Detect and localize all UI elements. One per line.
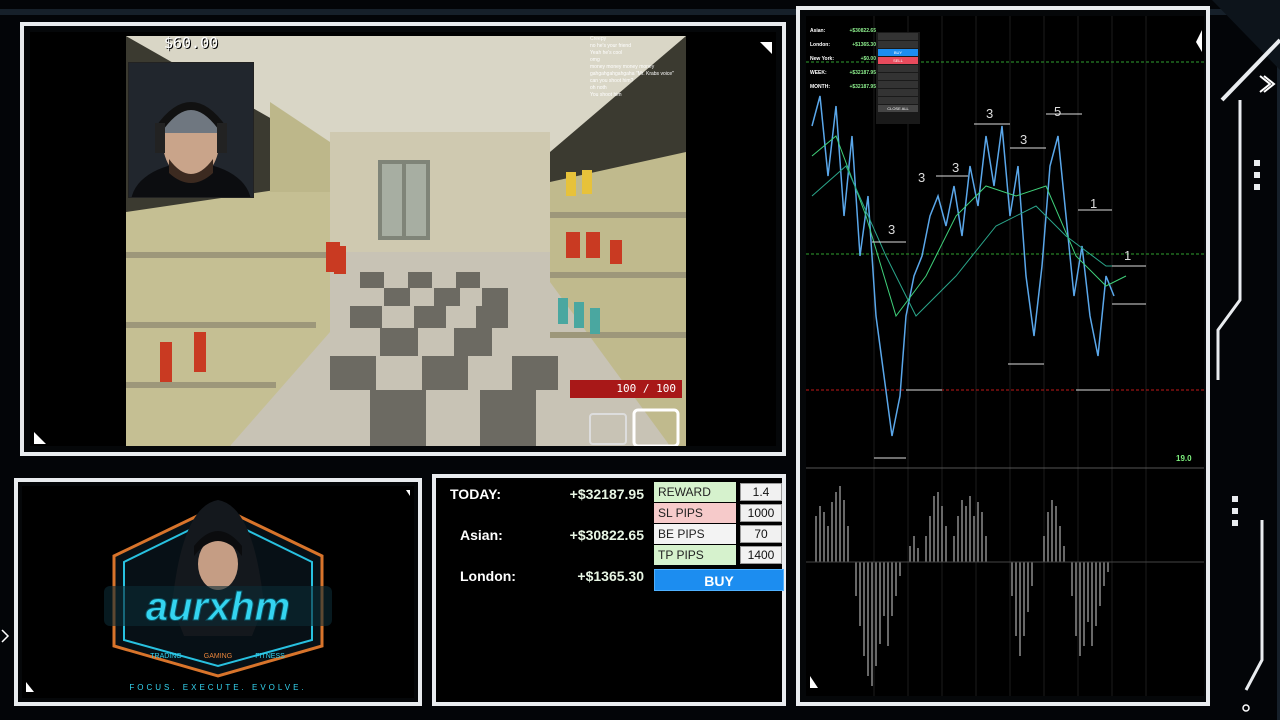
wave-label: 5 (1054, 104, 1061, 119)
brand-tagline: FOCUS. EXECUTE. EVOLVE. (129, 683, 306, 692)
sl-pips-label: SL PIPS (654, 503, 736, 523)
stat-asian-label: Asian: (460, 527, 503, 543)
health-bar: 100 / 100 (570, 380, 682, 398)
stat-asian: Asian: +$30822.65 (444, 519, 648, 549)
streamer-avatar (129, 63, 253, 197)
money-counter: $60.00 (164, 34, 219, 52)
price-chart[interactable]: Asian: +$30822.65 London: +$1365.30 New Yo… (806, 16, 1204, 696)
chat-message: no he's your friend (590, 43, 631, 49)
chat-message: money money money money (590, 64, 655, 70)
trading-chart-panel: Asian: +$30822.65 London: +$1365.30 New Yo… (796, 6, 1210, 706)
be-pips-row: BE PIPS 70 (654, 524, 784, 544)
stream-chat: Creepy no he's your friend Yeah he's coo… (590, 36, 710, 99)
tp-pips-row: TP PIPS 1400 (654, 545, 784, 565)
chat-message: can you shoot him? (590, 78, 634, 84)
tp-pips-label: TP PIPS (654, 545, 736, 565)
game-view[interactable]: $60.00 Creepy no he's your friend Yeah h… (30, 32, 776, 446)
brand-name: aurxhm (146, 585, 291, 629)
tp-pips-input[interactable]: 1400 (740, 546, 782, 564)
wave-label: 3 (986, 106, 993, 121)
stat-today: TODAY: +$32187.95 (444, 478, 648, 508)
logo-text-layer: aurxhm TRADING GAMING FITNESS FOCUS. EXE… (26, 490, 410, 692)
price-tag: 19.0 (1176, 454, 1192, 463)
sl-pips-row: SL PIPS 1000 (654, 503, 784, 523)
chat-message: gahgahgahgahgaha "Mr. Krabs voice" (590, 71, 674, 77)
wave-label: 3 (1020, 132, 1027, 147)
sl-pips-input[interactable]: 1000 (740, 504, 782, 522)
stat-london: London: +$1365.30 (444, 560, 648, 590)
reward-label: REWARD (654, 482, 736, 502)
chat-message: Yeah he's cool (590, 50, 623, 56)
stat-today-label: TODAY: (450, 486, 502, 502)
reward-row: REWARD 1.4 (654, 482, 784, 502)
buy-button[interactable]: BUY (654, 569, 784, 591)
be-pips-input[interactable]: 70 (740, 525, 782, 543)
webcam-overlay (128, 62, 254, 198)
trading-stats-panel: TODAY: +$32187.95 Asian: +$30822.65 Lond… (432, 474, 786, 706)
wave-label: 3 (888, 222, 895, 237)
wave-label: 1 (1124, 248, 1131, 263)
chat-message: omg (590, 57, 600, 63)
stat-london-label: London: (460, 568, 516, 584)
reward-input[interactable]: 1.4 (740, 483, 782, 501)
stat-london-value: +$1365.30 (577, 568, 644, 584)
brand-logo-panel: aurxhm TRADING GAMING FITNESS FOCUS. EXE… (14, 478, 422, 706)
pillar-trading: TRADING (150, 653, 182, 660)
chat-message: You shoot him (590, 92, 622, 98)
pillar-gaming: GAMING (204, 653, 232, 660)
wave-labels: 3 3 3 3 3 5 1 1 (888, 104, 1131, 263)
stat-today-value: +$32187.95 (569, 486, 644, 502)
game-stream-panel: $60.00 Creepy no he's your friend Yeah h… (20, 22, 786, 456)
be-pips-label: BE PIPS (654, 524, 736, 544)
chat-message: Creepy (590, 36, 607, 42)
stat-asian-value: +$30822.65 (569, 527, 644, 543)
wave-label: 1 (1090, 196, 1097, 211)
wave-label: 3 (918, 170, 925, 185)
chat-message: oh noth (590, 85, 607, 91)
pillar-fitness: FITNESS (255, 653, 285, 660)
wave-label: 3 (952, 160, 959, 175)
